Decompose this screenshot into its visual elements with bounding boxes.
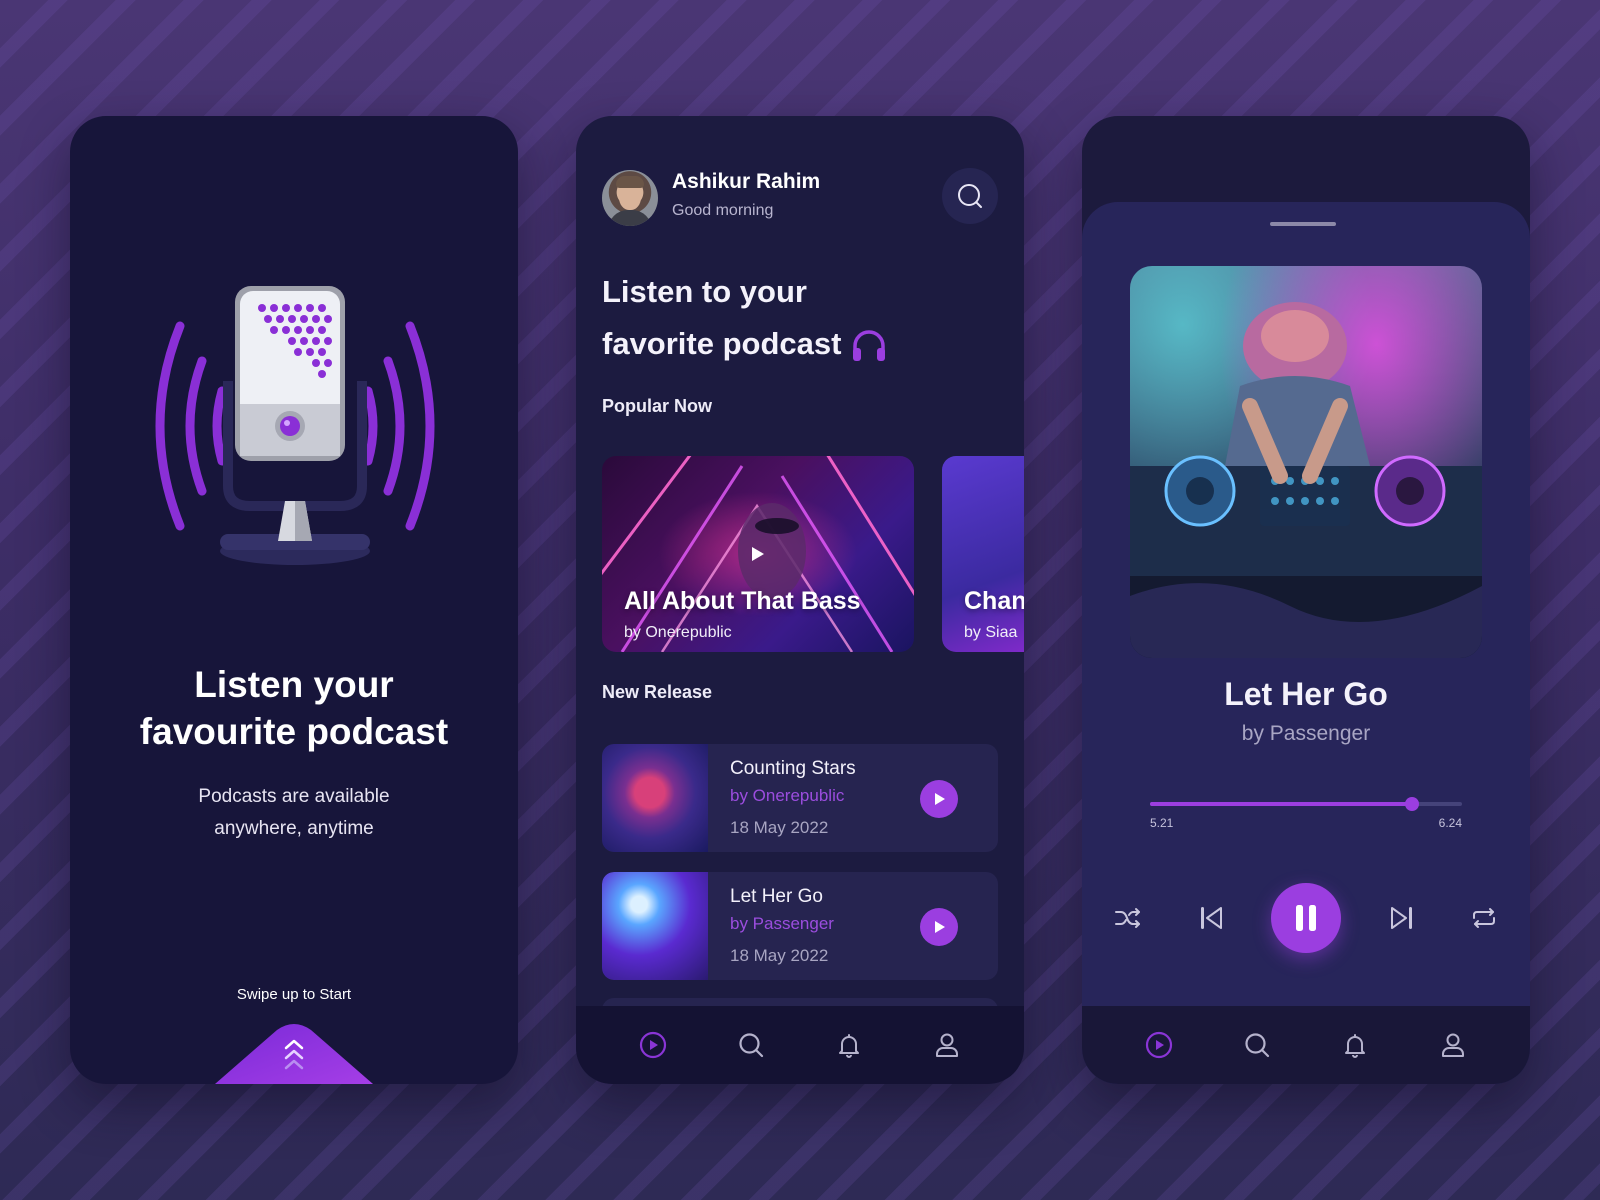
subtitle-line: Podcasts are available — [198, 786, 390, 807]
headphones-icon — [853, 330, 886, 361]
nav-profile[interactable] — [1433, 1025, 1473, 1065]
swipe-up-handle[interactable] — [215, 1022, 373, 1084]
popular-now-heading: Popular Now — [602, 396, 713, 416]
onboarding-title: Listen your favourite podcast — [70, 661, 518, 755]
play-button[interactable] — [920, 908, 958, 946]
current-time: 5.21 — [1150, 816, 1174, 830]
search-icon — [958, 184, 982, 208]
total-time: 6.24 — [1438, 816, 1462, 830]
pause-button[interactable] — [1271, 883, 1341, 953]
user-icon — [936, 1033, 958, 1057]
track-thumbnail — [602, 872, 708, 980]
track-artist: by Passenger — [1241, 722, 1371, 745]
next-button[interactable] — [1380, 896, 1424, 940]
nav-profile[interactable] — [927, 1025, 967, 1065]
bell-icon — [1345, 1034, 1365, 1058]
popular-card[interactable]: All About That Bass by Onerepublic — [602, 456, 914, 652]
card-title: Chandelier — [964, 587, 1024, 615]
user-icon — [1442, 1033, 1464, 1057]
play-icon[interactable] — [744, 541, 770, 567]
greeting: Good morning — [672, 202, 774, 219]
player-screen: Let Her Go by Passenger 5.21 6.24 — [1082, 116, 1530, 1084]
progress-fill — [1150, 802, 1413, 806]
previous-button[interactable] — [1189, 896, 1233, 940]
bell-icon — [839, 1034, 859, 1058]
card-title: All About That Bass — [624, 587, 861, 615]
album-artwork — [1130, 266, 1482, 658]
new-release-heading: New Release — [602, 682, 713, 702]
play-icon — [935, 921, 945, 933]
onboarding-subtitle: Podcasts are available anywhere, anytime — [70, 781, 518, 845]
list-item[interactable]: Let Her Go by Passenger 18 May 2022 — [602, 872, 998, 980]
nav-search[interactable] — [1237, 1025, 1277, 1065]
search-icon — [739, 1033, 764, 1058]
pause-icon — [1296, 905, 1316, 931]
track-title: Let Her Go — [1224, 676, 1388, 712]
previous-icon — [1200, 907, 1222, 929]
nav-home[interactable] — [633, 1025, 673, 1065]
shuffle-button[interactable] — [1106, 896, 1150, 940]
title-line: Listen your — [194, 664, 394, 705]
shuffle-icon — [1115, 908, 1140, 928]
player-sheet: Let Her Go by Passenger 5.21 6.24 — [1082, 202, 1530, 1084]
track-artist: by Passenger — [730, 914, 834, 933]
track-artist: by Onerepublic — [730, 786, 845, 805]
hero-line: Listen to your — [602, 274, 807, 309]
card-artist: by Siaa — [964, 624, 1018, 641]
title-line: favourite podcast — [139, 711, 449, 752]
avatar[interactable] — [602, 170, 658, 226]
nav-notifications[interactable] — [829, 1025, 869, 1065]
onboarding-screen: Listen your favourite podcast Podcasts a… — [70, 116, 518, 1084]
play-circle-icon — [1145, 1031, 1173, 1059]
progress-knob[interactable] — [1405, 797, 1420, 811]
progress-bar[interactable] — [1150, 797, 1462, 811]
track-title: Counting Stars — [730, 758, 856, 779]
swipe-label: Swipe up to Start — [236, 986, 352, 1003]
list-item[interactable]: Counting Stars by Onerepublic 18 May 202… — [602, 744, 998, 852]
track-date: 18 May 2022 — [730, 818, 829, 837]
bottom-nav — [1082, 1006, 1530, 1084]
nav-notifications[interactable] — [1335, 1025, 1375, 1065]
nav-search[interactable] — [731, 1025, 771, 1065]
popular-card[interactable]: Chandelier by Siaa — [942, 456, 1024, 652]
nav-home[interactable] — [1139, 1025, 1179, 1065]
next-icon — [1390, 907, 1412, 929]
track-title: Let Her Go — [730, 886, 823, 907]
home-screen: Ashikur Rahim Good morning Listen to you… — [576, 116, 1024, 1084]
card-artist: by Onerepublic — [624, 624, 732, 641]
search-button[interactable] — [942, 168, 998, 224]
hero-line: favorite podcast — [602, 326, 842, 361]
playback-controls — [1106, 882, 1506, 954]
drag-handle[interactable] — [1270, 222, 1336, 226]
user-name: Ashikur Rahim — [672, 170, 821, 193]
hero-title: Listen to your favorite podcast — [602, 266, 887, 370]
track-thumbnail — [602, 744, 708, 852]
play-icon — [935, 793, 945, 805]
subtitle-line: anywhere, anytime — [214, 818, 374, 839]
microphone-icon — [155, 286, 435, 565]
repeat-icon — [1473, 908, 1495, 928]
artwork-illustration — [1130, 302, 1482, 658]
search-icon — [1245, 1033, 1270, 1058]
play-button[interactable] — [920, 780, 958, 818]
repeat-button[interactable] — [1462, 896, 1506, 940]
bottom-nav — [576, 1006, 1024, 1084]
play-circle-icon — [639, 1031, 667, 1059]
track-date: 18 May 2022 — [730, 946, 829, 965]
